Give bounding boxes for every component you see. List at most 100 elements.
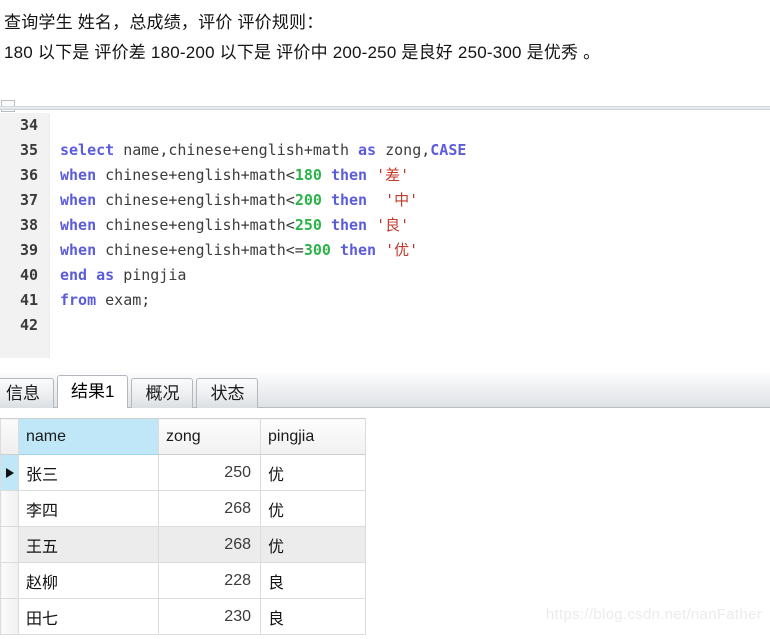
code-line[interactable]: 34 [0,113,770,138]
tab-1[interactable]: 结果1 [57,375,129,408]
code-lines[interactable]: 34 35 select name,chinese+english+math as … [0,113,770,338]
code-line[interactable]: 37 when chinese+english+math<200 then '中' [0,188,770,213]
sql-editor[interactable]: 34 35 select name,chinese+english+math as … [0,113,770,358]
cell-zong[interactable]: 268 [158,526,261,563]
code-text[interactable]: when chinese+english+math<250 then '良' [50,216,409,234]
cell-pingjia[interactable]: 优 [260,526,366,563]
row-marker[interactable] [0,454,19,491]
code-token-op [322,216,331,234]
table-row[interactable]: 赵柳 228 良 [0,562,366,599]
code-text[interactable] [50,316,60,334]
code-token-op [96,241,105,259]
row-marker[interactable] [0,526,19,563]
code-token-op [96,166,105,184]
cell-pingjia[interactable]: 优 [260,490,366,527]
notes-panel: 查询学生 姓名，总成绩，评价 评价规则： 180 以下是 评价差 180-200… [0,0,770,96]
cell-zong[interactable]: 268 [158,490,261,527]
code-token-op [331,241,340,259]
code-token-kw: when [60,216,97,234]
code-token-id: math [312,141,349,159]
cell-name[interactable]: 田七 [18,598,159,635]
code-line[interactable]: 42 [0,313,770,338]
line-number: 40 [19,266,38,284]
code-token-kw: select [60,141,115,159]
code-line[interactable]: 36 when chinese+english+math<180 then '差' [0,163,770,188]
code-token-kw: as [96,266,115,284]
code-token-op: + [231,141,241,159]
code-token-id: math [249,241,286,259]
code-token-kw: then [330,166,368,184]
note-line-2: 180 以下是 评价差 180-200 以下是 评价中 200-250 是良好 … [4,43,601,62]
code-text[interactable]: end as pingjia [50,266,186,284]
code-token-op [367,216,376,234]
row-marker[interactable] [0,562,19,599]
tab-2[interactable]: 概况 [131,378,194,408]
splitter-bar[interactable] [0,106,770,110]
code-token-str: '差' [376,166,410,184]
code-token-str: '良' [376,216,410,234]
cell-zong[interactable]: 228 [158,562,261,599]
code-line[interactable]: 39 when chinese+english+math<=300 then '优… [0,238,770,263]
code-token-id: chinese [105,241,169,259]
result-grid-body[interactable]: 张三 250 优李四 268 优王五 268 优赵柳 228 良田七 230 良 [0,454,366,635]
code-token-id: english [240,141,304,159]
code-line[interactable]: 40 end as pingjia [0,263,770,288]
code-token-id: chinese [105,191,169,209]
cell-pingjia[interactable]: 良 [260,598,366,635]
code-line[interactable]: 35 select name,chinese+english+math as zo… [0,138,770,163]
code-token-op [367,191,385,209]
cell-pingjia[interactable]: 良 [260,562,366,599]
cell-name[interactable]: 赵柳 [18,562,159,599]
code-token-op [87,266,96,284]
panel-splitter[interactable] [0,100,770,112]
code-token-kw: when [60,191,97,209]
column-header-zong[interactable]: zong [158,418,261,455]
code-text[interactable]: when chinese+english+math<200 then '中' [50,191,418,209]
code-token-kw: CASE [430,141,467,159]
code-text[interactable]: when chinese+english+math<=300 then '优' [50,241,418,259]
code-token-op: + [303,141,313,159]
tab-3[interactable]: 状态 [196,378,259,408]
table-row[interactable]: 王五 268 优 [0,526,366,563]
table-row[interactable]: 张三 250 优 [0,454,366,491]
line-number: 37 [19,191,38,209]
code-token-id: english [177,216,241,234]
code-text[interactable]: when chinese+english+math<180 then '差' [50,166,409,184]
code-token-op: <= [285,241,304,259]
column-header-pingjia[interactable]: pingjia [260,418,366,455]
code-token-op: + [240,241,250,259]
tab-0[interactable]: 信息 [0,378,54,408]
table-row[interactable]: 李四 268 优 [0,490,366,527]
code-token-kw: as [358,141,377,159]
table-row[interactable]: 田七 230 良 [0,598,366,635]
row-marker[interactable] [0,490,19,527]
line-number: 42 [19,316,38,334]
code-token-num: 300 [303,241,331,259]
code-token-op [349,141,358,159]
cell-zong[interactable]: 250 [158,454,261,491]
row-marker[interactable] [0,598,19,635]
result-tabbar: 信息 结果1 概况 状态 [0,372,770,408]
code-text[interactable]: from exam; [50,291,150,309]
code-text[interactable]: select name,chinese+english+math as zong… [50,141,466,159]
code-token-id: math [249,166,286,184]
cell-zong[interactable]: 230 [158,598,261,635]
result-grid-panel[interactable]: name zong pingjia 张三 250 优李四 268 优王五 268 优赵柳 22… [0,408,770,639]
code-token-num: 180 [294,166,322,184]
result-grid[interactable]: name zong pingjia 张三 250 优李四 268 优王五 268 优赵柳 22… [0,418,366,635]
cell-name[interactable]: 王五 [18,526,159,563]
code-text[interactable] [50,116,60,134]
code-token-kw: when [60,241,97,259]
code-token-id: english [177,166,241,184]
cell-name[interactable]: 李四 [18,490,159,527]
line-number: 36 [19,166,38,184]
code-token-id: english [177,191,241,209]
column-header-name[interactable]: name [18,418,159,455]
code-token-kw: when [60,166,97,184]
cell-pingjia[interactable]: 优 [260,454,366,491]
cell-name[interactable]: 张三 [18,454,159,491]
code-line[interactable]: 41 from exam; [0,288,770,313]
code-token-op: < [285,166,295,184]
code-line[interactable]: 38 when chinese+english+math<250 then '良' [0,213,770,238]
code-token-kw: then [330,191,368,209]
